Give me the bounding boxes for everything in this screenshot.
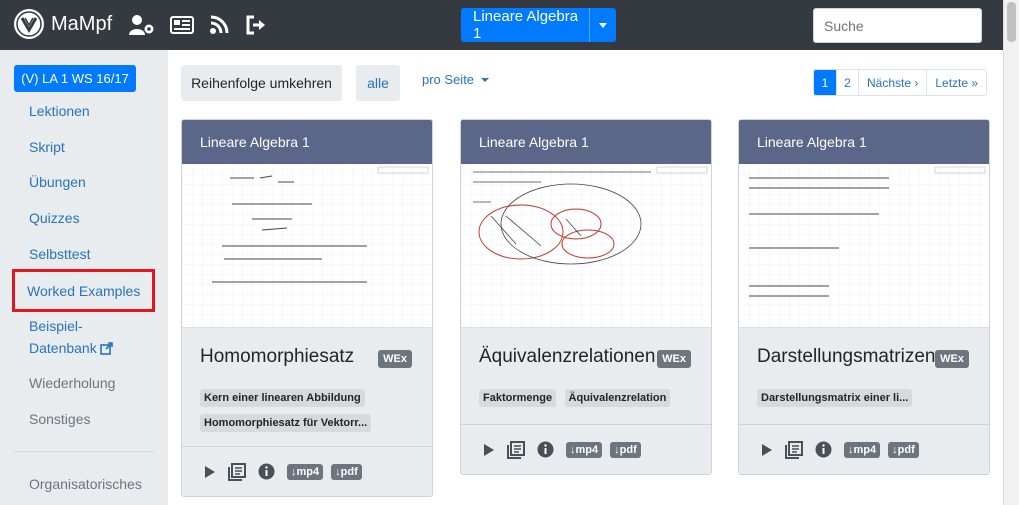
sidebar-item-sonstiges[interactable]: Sonstiges [29, 409, 90, 429]
page-2-link[interactable]: 2 [836, 70, 858, 95]
media-card: Lineare Algebra 1 Äquivalenzrelationen W… [460, 119, 712, 475]
sidebar-item-uebungen[interactable]: Übungen [29, 172, 86, 192]
all-button[interactable]: alle [356, 65, 400, 101]
sidebar-item-label: Datenbank [29, 340, 97, 356]
page-1-link[interactable]: 1 [814, 70, 836, 95]
play-icon[interactable] [204, 465, 216, 479]
play-icon[interactable] [483, 443, 495, 457]
card-header[interactable]: Lineare Algebra 1 [182, 120, 432, 164]
download-mp4-button[interactable]: ↓mp4 [566, 441, 603, 458]
manuscript-icon[interactable] [228, 462, 246, 481]
media-card: Lineare Algebra 1 Darstellungsmatrizen W… [738, 119, 990, 475]
tag[interactable]: Homomorphiesatz für Vektorr... [200, 414, 372, 432]
video-thumbnail[interactable] [739, 164, 989, 328]
sidebar-item-lektionen[interactable]: Lektionen [29, 101, 90, 121]
info-icon[interactable] [537, 441, 554, 458]
download-pdf-button[interactable]: ↓pdf [331, 463, 362, 480]
lecture-badge[interactable]: (V) LA 1 WS 16/17 [14, 65, 136, 92]
tag[interactable]: Kern einer linearen Abbildung [200, 389, 365, 407]
user-cog-icon[interactable] [129, 15, 155, 35]
last-page-link[interactable]: Letzte » [926, 70, 986, 95]
per-page-dropdown[interactable]: pro Seite [422, 72, 490, 87]
sidebar: (V) LA 1 WS 16/17 Lektionen Skript Übung… [0, 50, 168, 505]
tag[interactable]: Faktormenge [479, 389, 557, 407]
page-scrollbar[interactable] [1003, 0, 1019, 505]
card-header[interactable]: Lineare Algebra 1 [739, 120, 989, 164]
medium-type-badge: WEx [657, 350, 691, 368]
sidebar-divider [14, 451, 154, 452]
card-footer: ↓mp4 ↓pdf [182, 446, 432, 496]
card-footer: ↓mp4 ↓pdf [461, 424, 711, 474]
sidebar-item-wiederholung[interactable]: Wiederholung [29, 373, 115, 393]
nav-icons [129, 15, 283, 35]
download-mp4-button[interactable]: ↓mp4 [844, 441, 881, 458]
news-icon[interactable] [170, 16, 194, 34]
sidebar-item-skript[interactable]: Skript [29, 137, 65, 157]
download-mp4-button[interactable]: ↓mp4 [287, 463, 324, 480]
card-title-row: Äquivalenzrelationen WEx [461, 328, 711, 388]
sidebar-item-worked-examples[interactable]: Worked Examples [12, 269, 155, 312]
chevron-down-icon [481, 77, 490, 82]
per-page-label: pro Seite [422, 72, 475, 87]
sidebar-item-datenbank[interactable]: Datenbank [29, 338, 113, 358]
card-header[interactable]: Lineare Algebra 1 [461, 120, 711, 164]
course-dropdown-label: Lineare Algebra 1 [473, 8, 579, 42]
sidebar-item-label: Worked Examples [27, 282, 141, 299]
info-icon[interactable] [815, 441, 832, 458]
download-pdf-button[interactable]: ↓pdf [888, 441, 919, 458]
search-input[interactable] [813, 8, 982, 43]
main-content: Reihenfolge umkehren alle pro Seite 1 2 … [168, 50, 1003, 505]
tag[interactable]: Darstellungsmatrix einer li... [757, 389, 913, 407]
next-page-link[interactable]: Nächste › [858, 70, 926, 95]
video-thumbnail[interactable] [182, 164, 432, 328]
tag-list: Faktormenge Äquivalenzrelation [461, 388, 711, 424]
scrollbar-thumb[interactable] [1007, 2, 1016, 42]
info-icon[interactable] [258, 463, 275, 480]
tag-list: Darstellungsmatrix einer li... [739, 388, 989, 424]
dropdown-divider [589, 8, 590, 42]
card-footer: ↓mp4 ↓pdf [739, 424, 989, 474]
play-icon[interactable] [761, 443, 773, 457]
manuscript-icon[interactable] [785, 440, 803, 459]
card-title[interactable]: Äquivalenzrelationen [479, 346, 655, 368]
sidebar-item-selbsttest[interactable]: Selbsttest [29, 244, 90, 264]
logout-icon[interactable] [246, 15, 268, 35]
medium-type-badge: WEx [935, 350, 969, 368]
external-link-icon [99, 341, 113, 355]
media-card: Lineare Algebra 1 Homomorphiesatz WEx Ke… [181, 119, 433, 497]
video-thumbnail[interactable] [461, 164, 711, 328]
tag[interactable]: Äquivalenzrelation [564, 389, 671, 407]
card-title[interactable]: Homomorphiesatz [200, 346, 354, 368]
card-title[interactable]: Darstellungsmatrizen [757, 346, 935, 368]
course-dropdown-button[interactable]: Lineare Algebra 1 [461, 8, 616, 42]
card-title-row: Darstellungsmatrizen WEx [739, 328, 989, 388]
sidebar-item-quizzes[interactable]: Quizzes [29, 208, 80, 228]
feed-icon[interactable] [209, 15, 231, 35]
top-navbar: MaMpf Lineare Algebra 1 [0, 0, 1003, 50]
download-pdf-button[interactable]: ↓pdf [610, 441, 641, 458]
card-title-row: Homomorphiesatz WEx [182, 328, 432, 388]
tag-list: Kern einer linearen Abbildung Homomorphi… [182, 388, 432, 446]
manuscript-icon[interactable] [507, 440, 525, 459]
pagination: 1 2 Nächste › Letzte » [813, 69, 988, 96]
brand[interactable]: MaMpf [14, 9, 112, 39]
medium-type-badge: WEx [378, 350, 412, 368]
brand-name: MaMpf [51, 12, 113, 35]
chevron-down-icon[interactable] [599, 22, 607, 28]
sidebar-item-beispiel[interactable]: Beispiel- [29, 316, 83, 336]
sidebar-item-organisatorisches[interactable]: Organisatorisches [29, 474, 142, 494]
reverse-order-button[interactable]: Reihenfolge umkehren [181, 65, 342, 101]
mampf-logo-icon [14, 9, 44, 39]
